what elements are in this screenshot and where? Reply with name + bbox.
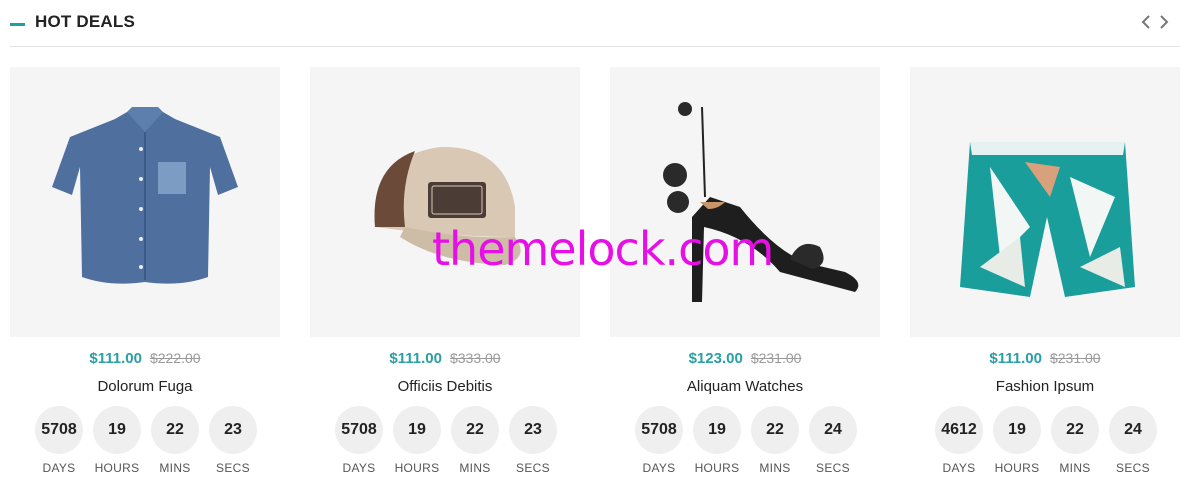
countdown-label: HOURS [394, 461, 440, 475]
countdown-value: 4612 [935, 406, 983, 454]
countdown-hours: 19 HOURS [393, 406, 443, 476]
current-price: $123.00 [688, 350, 743, 367]
countdown-value: 19 [93, 406, 141, 454]
countdown-mins: 22 MINS [751, 406, 801, 476]
current-price: $111.00 [989, 350, 1042, 367]
countdown-value: 5708 [635, 406, 683, 454]
countdown-label: MINS [1059, 461, 1091, 475]
countdown-label: SECS [1116, 461, 1150, 475]
countdown-label: DAYS [342, 461, 376, 475]
countdown-hours: 19 HOURS [993, 406, 1043, 476]
countdown-value: 5708 [35, 406, 83, 454]
section-title: HOT DEALS [35, 12, 136, 31]
product-card: $111.00 $222.00 Dolorum Fuga 5708 DAYS 19 H… [10, 67, 280, 487]
baseball-cap-image [374, 146, 521, 265]
title-accent-bar [10, 23, 25, 26]
product-carousel: $111.00 $222.00 Dolorum Fuga 5708 DAYS 19 H… [10, 67, 1180, 487]
countdown-label: DAYS [642, 461, 676, 475]
product-name-link[interactable]: Officiis Debitis [310, 378, 580, 395]
print-shorts-image [960, 142, 1135, 297]
countdown-secs: 24 SECS [809, 406, 859, 476]
product-price: $123.00 $231.00 [610, 350, 880, 367]
countdown-timer: 5708 DAYS 19 HOURS 22 MINS 23 SECS [35, 406, 267, 476]
countdown-secs: 23 SECS [209, 406, 259, 476]
countdown-label: SECS [816, 461, 850, 475]
countdown-mins: 22 MINS [1051, 406, 1101, 476]
current-price: $111.00 [89, 350, 142, 367]
countdown-label: HOURS [994, 461, 1040, 475]
countdown-value: 19 [693, 406, 741, 454]
countdown-label: DAYS [942, 461, 976, 475]
product-card: $111.00 $231.00 Fashion Ipsum 4612 DAYS 19… [910, 67, 1180, 487]
old-price: $222.00 [149, 350, 201, 366]
countdown-days: 5708 DAYS [635, 406, 685, 476]
product-image-link[interactable] [310, 67, 580, 337]
product-name-link[interactable]: Aliquam Watches [610, 378, 880, 395]
countdown-label: HOURS [94, 461, 140, 475]
countdown-value: 22 [1051, 406, 1099, 454]
product-price: $111.00 $333.00 [310, 350, 580, 367]
countdown-mins: 22 MINS [151, 406, 201, 476]
countdown-value: 22 [151, 406, 199, 454]
countdown-timer: 5708 DAYS 19 HOURS 22 MINS 23 SECS [335, 406, 567, 476]
heeled-sandal-image [663, 102, 859, 302]
product-price: $111.00 $222.00 [10, 350, 280, 367]
countdown-days: 5708 DAYS [335, 406, 385, 476]
countdown-value: 22 [751, 406, 799, 454]
countdown-value: 24 [1109, 406, 1157, 454]
countdown-value: 5708 [335, 406, 383, 454]
old-price: $333.00 [449, 350, 501, 366]
product-image-link[interactable] [10, 67, 280, 337]
countdown-label: HOURS [694, 461, 740, 475]
carousel-prev-button[interactable] [1137, 10, 1155, 34]
countdown-value: 23 [209, 406, 257, 454]
section-header: HOT DEALS [10, 0, 1180, 47]
countdown-label: DAYS [42, 461, 76, 475]
countdown-timer: 5708 DAYS 19 HOURS 22 MINS 24 SECS [635, 406, 867, 476]
old-price: $231.00 [1049, 350, 1101, 366]
product-image-link[interactable] [610, 67, 880, 337]
denim-shirt-image [52, 107, 238, 284]
product-image-link[interactable] [910, 67, 1180, 337]
countdown-secs: 23 SECS [509, 406, 559, 476]
countdown-hours: 19 HOURS [693, 406, 743, 476]
chevron-right-icon [1160, 15, 1169, 29]
carousel-next-button[interactable] [1155, 10, 1173, 34]
countdown-value: 22 [451, 406, 499, 454]
countdown-label: MINS [759, 461, 791, 475]
countdown-label: SECS [216, 461, 250, 475]
countdown-days: 4612 DAYS [935, 406, 985, 476]
countdown-secs: 24 SECS [1109, 406, 1159, 476]
countdown-label: SECS [516, 461, 550, 475]
product-price: $111.00 $231.00 [910, 350, 1180, 367]
current-price: $111.00 [389, 350, 442, 367]
product-card: $123.00 $231.00 Aliquam Watches 5708 DAYS … [610, 67, 880, 487]
product-name-link[interactable]: Dolorum Fuga [10, 378, 280, 395]
countdown-value: 23 [509, 406, 557, 454]
countdown-value: 19 [993, 406, 1041, 454]
countdown-label: MINS [459, 461, 491, 475]
countdown-label: MINS [159, 461, 191, 475]
old-price: $231.00 [750, 350, 802, 366]
countdown-value: 19 [393, 406, 441, 454]
countdown-days: 5708 DAYS [35, 406, 85, 476]
countdown-value: 24 [809, 406, 857, 454]
product-card: $111.00 $333.00 Officiis Debitis 5708 DAYS… [310, 67, 580, 487]
countdown-timer: 4612 DAYS 19 HOURS 22 MINS 24 SECS [935, 406, 1167, 476]
chevron-left-icon [1141, 15, 1150, 29]
product-name-link[interactable]: Fashion Ipsum [910, 378, 1180, 395]
countdown-mins: 22 MINS [451, 406, 501, 476]
countdown-hours: 19 HOURS [93, 406, 143, 476]
